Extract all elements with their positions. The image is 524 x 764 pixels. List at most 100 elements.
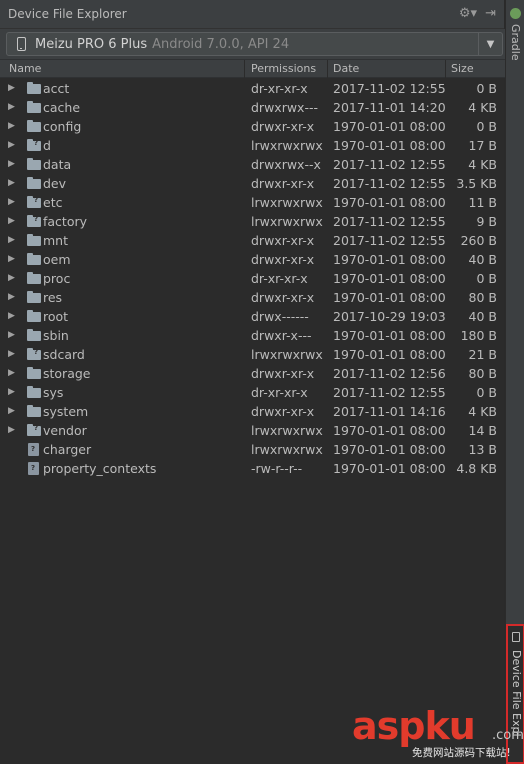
table-row[interactable]: ▶ data drwxrwx--x 2017-11-02 12:55 4 KB [0,155,505,174]
folder-icon [27,310,41,322]
expand-arrow-icon[interactable]: ▶ [8,212,15,231]
watermark-subtitle: 免费网站源码下载站! [412,747,511,759]
expand-arrow-icon[interactable]: ▶ [8,231,15,250]
column-header-date[interactable]: Date [328,60,446,78]
file-date: 1970-01-01 08:00 [333,423,446,438]
file-name: charger [43,442,92,457]
file-permissions: -rw-r--r-- [251,461,303,476]
table-row[interactable]: ▶ proc dr-xr-xr-x 1970-01-01 08:00 0 B [0,269,505,288]
table-row[interactable]: ▶ cache drwxrwx--- 2017-11-01 14:20 4 KB [0,98,505,117]
device-bar: Meizu PRO 6 Plus Android 7.0.0, API 24 ▼ [0,29,505,59]
file-size: 3.5 KB [456,176,497,191]
table-row[interactable]: ▶ root drwx------ 2017-10-29 19:03 40 B [0,307,505,326]
table-row[interactable]: charger lrwxrwxrwx 1970-01-01 08:00 13 B [0,440,505,459]
watermark-dotcom: .com [492,728,524,743]
hide-panel-icon[interactable]: ⇥ [485,6,496,21]
file-date: 2017-10-29 19:03 [333,309,446,324]
expand-arrow-icon[interactable]: ▶ [8,155,15,174]
table-row[interactable]: ▶ mnt drwxr-xr-x 2017-11-02 12:55 260 B [0,231,505,250]
file-size: 4 KB [468,100,497,115]
expand-arrow-icon[interactable]: ▶ [8,174,15,193]
file-permissions: drwxr-xr-x [251,290,315,305]
file-date: 2017-11-01 14:16 [333,404,446,419]
table-row[interactable]: ▶ dev drwxr-xr-x 2017-11-02 12:55 3.5 KB [0,174,505,193]
folder-icon [27,291,41,303]
file-permissions: drwxrwx--x [251,157,321,172]
file-size: 4 KB [468,404,497,419]
expand-arrow-icon[interactable]: ▶ [8,345,15,364]
table-row[interactable]: ▶ sdcard lrwxrwxrwx 1970-01-01 08:00 21 B [0,345,505,364]
file-permissions: dr-xr-xr-x [251,385,308,400]
watermark-brand: aspku [352,704,476,748]
expand-arrow-icon[interactable]: ▶ [8,136,15,155]
file-permissions: drwxrwx--- [251,100,318,115]
folder-icon [27,120,41,132]
gear-icon[interactable]: ⚙▾ [459,6,477,21]
expand-arrow-icon[interactable]: ▶ [8,326,15,345]
table-row[interactable]: ▶ sys dr-xr-xr-x 2017-11-02 12:55 0 B [0,383,505,402]
folder-link-icon [27,196,41,208]
gradle-tab-label: Gradle [509,24,522,61]
folder-icon [27,177,41,189]
expand-arrow-icon[interactable]: ▶ [8,193,15,212]
file-name: d [43,138,51,153]
table-row[interactable]: ▶ etc lrwxrwxrwx 1970-01-01 08:00 11 B [0,193,505,212]
file-icon [28,443,39,456]
expand-arrow-icon[interactable]: ▶ [8,117,15,136]
table-row[interactable]: ▶ system drwxr-xr-x 2017-11-01 14:16 4 KB [0,402,505,421]
file-size: 0 B [476,385,497,400]
file-permissions: lrwxrwxrwx [251,138,323,153]
table-row[interactable]: ▶ sbin drwxr-x--- 1970-01-01 08:00 180 B [0,326,505,345]
expand-arrow-icon[interactable]: ▶ [8,402,15,421]
file-permissions: drwxr-xr-x [251,119,315,134]
expand-arrow-icon[interactable]: ▶ [8,421,15,440]
chevron-down-icon[interactable]: ▼ [478,33,502,55]
expand-arrow-icon[interactable]: ▶ [8,307,15,326]
folder-icon [27,329,41,341]
file-size: 80 B [468,290,497,305]
table-row[interactable]: property_contexts -rw-r--r-- 1970-01-01 08… [0,459,505,478]
file-name: property_contexts [43,461,157,476]
file-size: 0 B [476,119,497,134]
table-row[interactable]: ▶ acct dr-xr-xr-x 2017-11-02 12:55 0 B [0,79,505,98]
device-select[interactable]: Meizu PRO 6 Plus Android 7.0.0, API 24 ▼ [6,32,503,56]
phone-icon [512,632,520,642]
expand-arrow-icon[interactable]: ▶ [8,383,15,402]
file-size: 9 B [476,214,497,229]
table-row[interactable]: ▶ res drwxr-xr-x 1970-01-01 08:00 80 B [0,288,505,307]
file-size: 260 B [460,233,497,248]
expand-arrow-icon[interactable]: ▶ [8,98,15,117]
table-row[interactable]: ▶ config drwxr-xr-x 1970-01-01 08:00 0 B [0,117,505,136]
file-name: mnt [43,233,68,248]
file-name: root [43,309,69,324]
file-size: 4 KB [468,157,497,172]
file-date: 1970-01-01 08:00 [333,271,446,286]
file-date: 2017-11-02 12:55 [333,385,446,400]
device-name: Meizu PRO 6 Plus [35,36,148,52]
file-name: oem [43,252,71,267]
table-row[interactable]: ▶ d lrwxrwxrwx 1970-01-01 08:00 17 B [0,136,505,155]
file-size: 80 B [468,366,497,381]
folder-icon [27,272,41,284]
file-name: sbin [43,328,69,343]
column-header-permissions[interactable]: Permissions [246,60,328,78]
expand-arrow-icon[interactable]: ▶ [8,79,15,98]
file-name: vendor [43,423,87,438]
table-row[interactable]: ▶ oem drwxr-xr-x 1970-01-01 08:00 40 B [0,250,505,269]
file-date: 1970-01-01 08:00 [333,290,446,305]
gradle-tool-tab[interactable]: Gradle [506,6,524,68]
column-header-size[interactable]: Size [446,60,505,78]
file-name: sys [43,385,64,400]
folder-icon [27,367,41,379]
expand-arrow-icon[interactable]: ▶ [8,288,15,307]
table-row[interactable]: ▶ vendor lrwxrwxrwx 1970-01-01 08:00 14 B [0,421,505,440]
column-header-name[interactable]: Name [4,60,245,78]
expand-arrow-icon[interactable]: ▶ [8,364,15,383]
file-permissions: drwxr-xr-x [251,252,315,267]
file-size: 0 B [476,81,497,96]
expand-arrow-icon[interactable]: ▶ [8,269,15,288]
table-row[interactable]: ▶ factory lrwxrwxrwx 2017-11-02 12:55 9 B [0,212,505,231]
table-row[interactable]: ▶ storage drwxr-xr-x 2017-11-02 12:56 80 B [0,364,505,383]
expand-arrow-icon[interactable]: ▶ [8,250,15,269]
folder-icon [27,82,41,94]
